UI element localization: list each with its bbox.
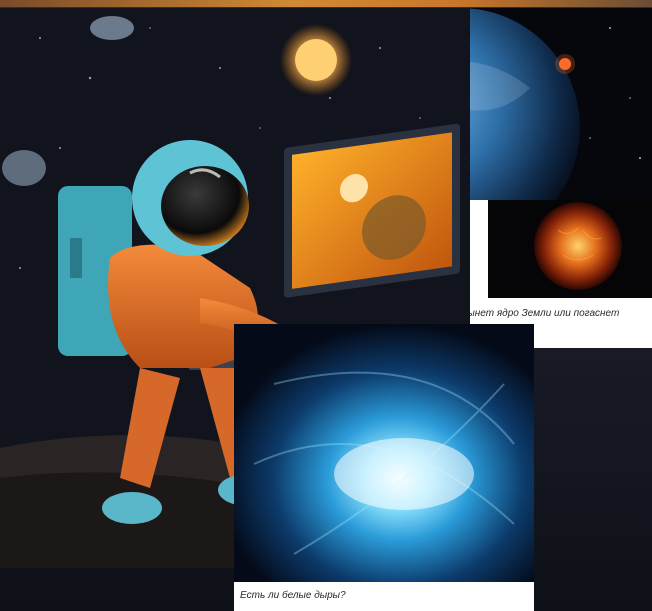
- article-caption-earth-sun[interactable]: Что произойдет раньше: остынет ядро Земл…: [440, 308, 652, 319]
- top-color-strip: [0, 0, 652, 7]
- article-card-earth-sun[interactable]: Что произойдет раньше: остынет ядро Земл…: [440, 8, 652, 348]
- collage-canvas: Что произойдет раньше: остынет ядро Земл…: [0, 0, 652, 611]
- article-caption-white-hole[interactable]: Есть ли белые дыры?: [240, 590, 528, 601]
- sun-image: [488, 200, 652, 298]
- white-hole-image: [234, 324, 534, 582]
- earth-image: [440, 8, 652, 200]
- article-card-white-hole[interactable]: Есть ли белые дыры?: [234, 324, 534, 611]
